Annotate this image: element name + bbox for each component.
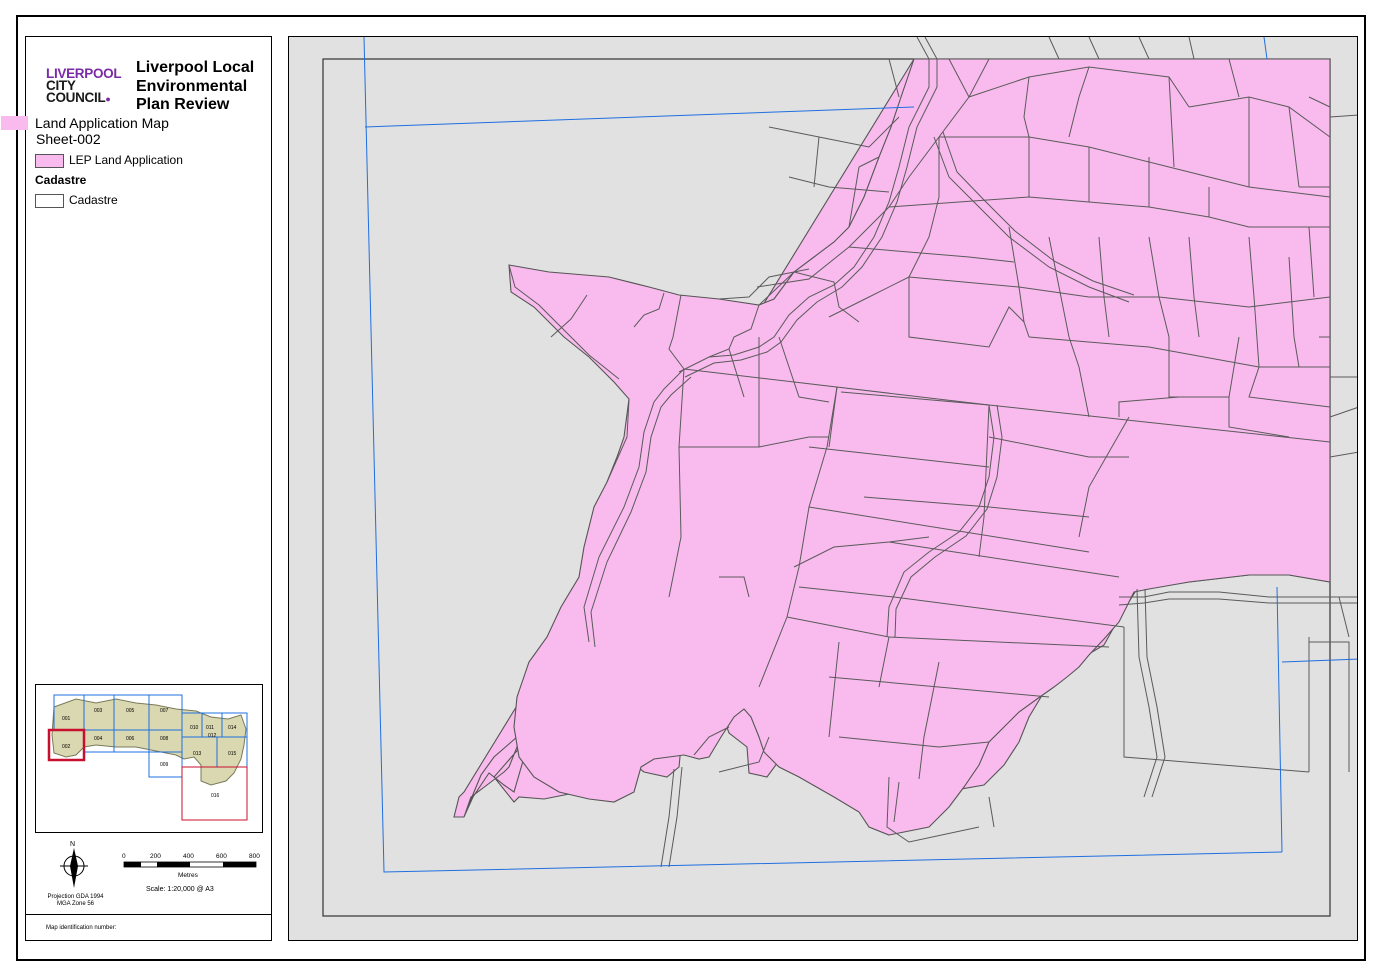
inset-label-014: 014 (228, 725, 237, 731)
council-logo: LIVERPOOL CITY COUNCIL● (46, 67, 122, 105)
main-map[interactable] (288, 36, 1358, 941)
north-arrow-icon: N (60, 841, 88, 888)
scale-tick-400: 400 (183, 853, 194, 860)
projection-line-2: MGA Zone 56 (56, 901, 95, 907)
inset-label-009: 009 (160, 762, 169, 768)
inset-label-010: 010 (190, 725, 199, 731)
legend-label-lep-land: LEP Land Application (69, 153, 183, 167)
lep-land-main-body (508, 58, 1331, 836)
projection-line-1: Projection GDA 1994 (47, 894, 104, 900)
scale-bar-graphic: 0 200 400 600 800 Metres (122, 853, 260, 879)
legend-swatch-cadastre (35, 194, 64, 208)
subtitle-marker (1, 116, 28, 130)
inset-label-003: 003 (94, 708, 103, 714)
north-arrow: N (54, 838, 94, 894)
logo-line-3: COUNCIL● (46, 90, 111, 105)
main-map-svg (322, 37, 1357, 917)
cadastre-heading: Cadastre (35, 173, 87, 187)
scale-ratio: Scale: 1:20,000 @ A3 (146, 886, 214, 893)
scale-tick-0: 0 (122, 853, 126, 860)
map-subtitle: Land Application Map (1, 115, 201, 131)
map-id-label: Map identification number: (46, 925, 117, 931)
inset-svg: 001 002 003 004 005 006 007 008 009 010 … (47, 694, 248, 821)
overview-inset-map: 001 002 003 004 005 006 007 008 009 010 … (35, 684, 263, 833)
inset-label-005: 005 (126, 708, 135, 714)
projection-note: Projection GDA 1994 MGA Zone 56 (38, 894, 113, 908)
inset-label-016: 016 (211, 793, 220, 799)
inset-label-006: 006 (126, 736, 135, 742)
legend-label-cadastre: Cadastre (69, 193, 118, 207)
inset-label-012: 012 (208, 733, 217, 739)
inset-label-011: 011 (206, 725, 214, 731)
inset-label-008: 008 (160, 736, 169, 742)
scale-tick-600: 600 (216, 853, 227, 860)
inset-label-004: 004 (94, 736, 103, 742)
scale-units: Metres (178, 872, 199, 879)
inset-label-013: 013 (193, 751, 202, 757)
inset-label-015: 015 (228, 751, 237, 757)
legend-panel: LIVERPOOL CITY COUNCIL● Liverpool Local … (1, 36, 272, 941)
scale-bar: 0 200 400 600 800 Metres (122, 850, 262, 910)
scale-tick-800: 800 (249, 853, 260, 860)
inset-label-007: 007 (160, 708, 169, 714)
inset-label-002: 002 (62, 744, 71, 750)
map-subtitle-text: Land Application Map (35, 115, 169, 131)
legend-swatch-lep-land (35, 154, 64, 168)
scale-tick-200: 200 (150, 853, 161, 860)
inset-label-001: 001 (62, 716, 71, 722)
sheet-number: Sheet-002 (36, 131, 101, 147)
north-label: N (70, 841, 75, 848)
map-id-divider (26, 914, 271, 915)
map-title: Liverpool Local Environmental Plan Revie… (136, 59, 255, 113)
